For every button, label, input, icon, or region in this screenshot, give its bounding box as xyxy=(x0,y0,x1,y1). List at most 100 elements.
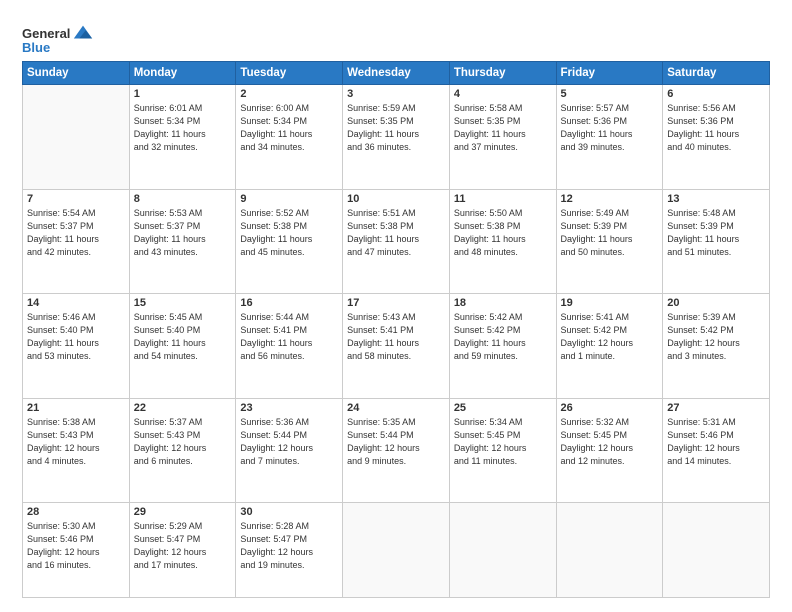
day-number: 5 xyxy=(561,88,659,100)
day-info: Sunrise: 5:54 AMSunset: 5:37 PMDaylight:… xyxy=(27,207,125,259)
calendar-cell: 16 Sunrise: 5:44 AMSunset: 5:41 PMDayligh… xyxy=(236,294,343,399)
day-number: 2 xyxy=(240,88,338,100)
day-info: Sunrise: 5:42 AMSunset: 5:42 PMDaylight:… xyxy=(454,311,552,363)
day-number: 20 xyxy=(667,297,765,309)
calendar-cell xyxy=(343,503,450,598)
header: General Blue xyxy=(22,18,770,55)
day-info: Sunrise: 5:36 AMSunset: 5:44 PMDaylight:… xyxy=(240,416,338,468)
calendar-cell: 22Sunrise: 5:37 AMSunset: 5:43 PMDayligh… xyxy=(129,398,236,503)
day-number: 30 xyxy=(240,506,338,518)
day-info: Sunrise: 5:28 AMSunset: 5:47 PMDaylight:… xyxy=(240,520,338,572)
day-number: 16 xyxy=(240,297,338,309)
day-number: 7 xyxy=(27,193,125,205)
day-number: 29 xyxy=(134,506,232,518)
week-row-4: 21 Sunrise: 5:38 AMSunset: 5:43 PMDayligh… xyxy=(23,398,770,503)
day-info: Sunrise: 5:49 AMSunset: 5:39 PMDaylight:… xyxy=(561,207,659,259)
calendar-cell: 15Sunrise: 5:45 AMSunset: 5:40 PMDayligh… xyxy=(129,294,236,399)
day-info: Sunrise: 5:34 AMSunset: 5:45 PMDaylight:… xyxy=(454,416,552,468)
day-info: Sunrise: 5:52 AMSunset: 5:38 PMDaylight:… xyxy=(240,207,338,259)
week-row-2: 7 Sunrise: 5:54 AMSunset: 5:37 PMDaylight… xyxy=(23,189,770,294)
day-number: 10 xyxy=(347,193,445,205)
day-info: Sunrise: 5:38 AMSunset: 5:43 PMDaylight:… xyxy=(27,416,125,468)
day-number: 8 xyxy=(134,193,232,205)
day-info: Sunrise: 5:50 AMSunset: 5:38 PMDaylight:… xyxy=(454,207,552,259)
calendar-cell: 5 Sunrise: 5:57 AMSunset: 5:36 PMDaylight… xyxy=(556,85,663,190)
calendar-cell: 4 Sunrise: 5:58 AMSunset: 5:35 PMDaylight… xyxy=(449,85,556,190)
week-row-1: 1Sunrise: 6:01 AMSunset: 5:34 PMDaylight… xyxy=(23,85,770,190)
day-number: 14 xyxy=(27,297,125,309)
calendar-cell: 8 Sunrise: 5:53 AMSunset: 5:37 PMDaylight… xyxy=(129,189,236,294)
day-number: 25 xyxy=(454,402,552,414)
day-number: 21 xyxy=(27,402,125,414)
calendar-cell: 12Sunrise: 5:49 AMSunset: 5:39 PMDayligh… xyxy=(556,189,663,294)
logo-blue: Blue xyxy=(22,40,50,55)
week-row-3: 14 Sunrise: 5:46 AMSunset: 5:40 PMDayligh… xyxy=(23,294,770,399)
day-info: Sunrise: 5:46 AMSunset: 5:40 PMDaylight:… xyxy=(27,311,125,363)
day-info: Sunrise: 6:00 AMSunset: 5:34 PMDaylight:… xyxy=(240,102,338,154)
calendar-cell xyxy=(23,85,130,190)
calendar-cell: 13 Sunrise: 5:48 AMSunset: 5:39 PMDayligh… xyxy=(663,189,770,294)
logo-triangle-icon xyxy=(72,22,94,44)
weekday-header-friday: Friday xyxy=(556,62,663,85)
calendar-cell: 24 Sunrise: 5:35 AMSunset: 5:44 PMDayligh… xyxy=(343,398,450,503)
calendar-cell: 9 Sunrise: 5:52 AMSunset: 5:38 PMDaylight… xyxy=(236,189,343,294)
weekday-header-monday: Monday xyxy=(129,62,236,85)
calendar-cell xyxy=(556,503,663,598)
day-number: 6 xyxy=(667,88,765,100)
day-number: 26 xyxy=(561,402,659,414)
day-info: Sunrise: 5:29 AMSunset: 5:47 PMDaylight:… xyxy=(134,520,232,572)
day-number: 19 xyxy=(561,297,659,309)
weekday-header-tuesday: Tuesday xyxy=(236,62,343,85)
calendar-cell: 1Sunrise: 6:01 AMSunset: 5:34 PMDaylight… xyxy=(129,85,236,190)
day-number: 1 xyxy=(134,88,232,100)
weekday-header-row: SundayMondayTuesdayWednesdayThursdayFrid… xyxy=(23,62,770,85)
day-info: Sunrise: 5:56 AMSunset: 5:36 PMDaylight:… xyxy=(667,102,765,154)
day-info: Sunrise: 5:43 AMSunset: 5:41 PMDaylight:… xyxy=(347,311,445,363)
weekday-header-sunday: Sunday xyxy=(23,62,130,85)
day-info: Sunrise: 5:51 AMSunset: 5:38 PMDaylight:… xyxy=(347,207,445,259)
day-info: Sunrise: 5:57 AMSunset: 5:36 PMDaylight:… xyxy=(561,102,659,154)
calendar-cell xyxy=(663,503,770,598)
week-row-5: 28Sunrise: 5:30 AMSunset: 5:46 PMDayligh… xyxy=(23,503,770,598)
weekday-header-saturday: Saturday xyxy=(663,62,770,85)
day-number: 4 xyxy=(454,88,552,100)
day-info: Sunrise: 5:41 AMSunset: 5:42 PMDaylight:… xyxy=(561,311,659,363)
day-number: 9 xyxy=(240,193,338,205)
calendar-cell: 29 Sunrise: 5:29 AMSunset: 5:47 PMDayligh… xyxy=(129,503,236,598)
calendar-cell: 23 Sunrise: 5:36 AMSunset: 5:44 PMDayligh… xyxy=(236,398,343,503)
calendar-cell: 10 Sunrise: 5:51 AMSunset: 5:38 PMDayligh… xyxy=(343,189,450,294)
weekday-header-thursday: Thursday xyxy=(449,62,556,85)
day-number: 11 xyxy=(454,193,552,205)
day-number: 23 xyxy=(240,402,338,414)
calendar-cell: 26 Sunrise: 5:32 AMSunset: 5:45 PMDayligh… xyxy=(556,398,663,503)
logo-general: General xyxy=(22,26,70,41)
day-info: Sunrise: 5:39 AMSunset: 5:42 PMDaylight:… xyxy=(667,311,765,363)
calendar-cell: 7 Sunrise: 5:54 AMSunset: 5:37 PMDaylight… xyxy=(23,189,130,294)
calendar-cell: 20 Sunrise: 5:39 AMSunset: 5:42 PMDayligh… xyxy=(663,294,770,399)
calendar-cell: 6 Sunrise: 5:56 AMSunset: 5:36 PMDaylight… xyxy=(663,85,770,190)
calendar-cell: 28Sunrise: 5:30 AMSunset: 5:46 PMDayligh… xyxy=(23,503,130,598)
day-number: 27 xyxy=(667,402,765,414)
calendar-cell: 14 Sunrise: 5:46 AMSunset: 5:40 PMDayligh… xyxy=(23,294,130,399)
calendar-cell xyxy=(449,503,556,598)
day-info: Sunrise: 5:48 AMSunset: 5:39 PMDaylight:… xyxy=(667,207,765,259)
calendar-cell: 30 Sunrise: 5:28 AMSunset: 5:47 PMDayligh… xyxy=(236,503,343,598)
day-info: Sunrise: 5:58 AMSunset: 5:35 PMDaylight:… xyxy=(454,102,552,154)
calendar-cell: 11 Sunrise: 5:50 AMSunset: 5:38 PMDayligh… xyxy=(449,189,556,294)
day-number: 17 xyxy=(347,297,445,309)
day-number: 28 xyxy=(27,506,125,518)
day-info: Sunrise: 5:44 AMSunset: 5:41 PMDaylight:… xyxy=(240,311,338,363)
day-info: Sunrise: 5:32 AMSunset: 5:45 PMDaylight:… xyxy=(561,416,659,468)
day-number: 3 xyxy=(347,88,445,100)
day-info: Sunrise: 5:35 AMSunset: 5:44 PMDaylight:… xyxy=(347,416,445,468)
day-number: 13 xyxy=(667,193,765,205)
calendar-cell: 19 Sunrise: 5:41 AMSunset: 5:42 PMDayligh… xyxy=(556,294,663,399)
calendar-cell: 2 Sunrise: 6:00 AMSunset: 5:34 PMDaylight… xyxy=(236,85,343,190)
calendar-cell: 18Sunrise: 5:42 AMSunset: 5:42 PMDayligh… xyxy=(449,294,556,399)
day-number: 15 xyxy=(134,297,232,309)
day-info: Sunrise: 5:53 AMSunset: 5:37 PMDaylight:… xyxy=(134,207,232,259)
calendar-cell: 27Sunrise: 5:31 AMSunset: 5:46 PMDayligh… xyxy=(663,398,770,503)
day-number: 24 xyxy=(347,402,445,414)
calendar-cell: 3Sunrise: 5:59 AMSunset: 5:35 PMDaylight… xyxy=(343,85,450,190)
weekday-header-wednesday: Wednesday xyxy=(343,62,450,85)
